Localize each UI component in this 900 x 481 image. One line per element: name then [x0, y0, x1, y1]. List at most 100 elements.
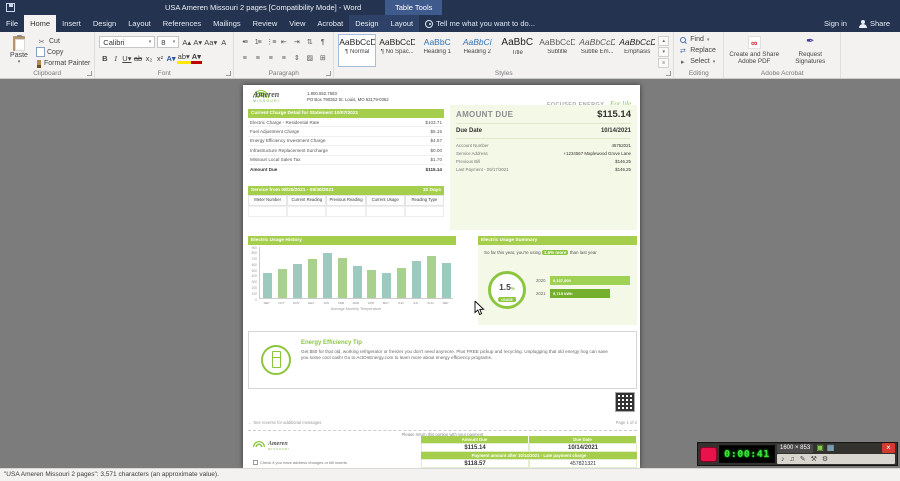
context-tab-layout[interactable]: Layout [384, 15, 420, 32]
x-tick-label: FEB [338, 301, 344, 305]
record-button[interactable] [700, 446, 717, 462]
clipboard-group: Paste ▾ CutCopyFormat Painter Clipboard [0, 32, 96, 78]
styles-scroll-up[interactable]: ▴ [658, 36, 670, 46]
tell-me-box[interactable]: Tell me what you want to do... [425, 15, 535, 32]
show-marks-button[interactable] [316, 36, 329, 48]
shrink-font-button[interactable]: A▾ [192, 36, 203, 48]
request-signatures-button[interactable]: Request Signatures [784, 34, 836, 65]
energy-tip-box: Energy Efficiency Tip Get $50 for that o… [248, 331, 637, 389]
tab-view[interactable]: View [283, 15, 311, 32]
pencil-icon[interactable] [800, 456, 806, 463]
change-case-button[interactable]: Aa▾ [203, 36, 218, 48]
save-icon[interactable] [6, 3, 15, 12]
align-center-button[interactable] [251, 52, 264, 64]
paragraph-group: Paragraph [234, 32, 335, 78]
align-left-button[interactable] [238, 52, 251, 64]
format-painter-button[interactable]: Format Painter [37, 58, 90, 69]
tab-layout[interactable]: Layout [122, 15, 157, 32]
share-button[interactable]: Share [858, 19, 890, 28]
text-highlight-button[interactable]: ab▾ [176, 52, 191, 64]
subscript-button[interactable]: x₂ [143, 52, 154, 64]
italic-button[interactable]: I [110, 52, 121, 64]
style-subtitle[interactable]: AaBbCcD Subtitle [538, 34, 576, 67]
superscript-button[interactable]: x² [154, 52, 165, 64]
tab-mailings[interactable]: Mailings [207, 15, 247, 32]
style--normal[interactable]: AaBbCcDc¶ Normal [338, 34, 377, 67]
style-heading-1[interactable]: AaBbC Heading 1 [418, 34, 456, 67]
shading-button[interactable] [303, 52, 316, 64]
borders-button[interactable] [316, 52, 329, 64]
x-tick-label: MAY [382, 301, 389, 305]
tab-design[interactable]: Design [87, 15, 122, 32]
sort-button[interactable] [303, 36, 316, 48]
paragraph-dialog-launcher[interactable] [326, 71, 332, 76]
service-column-header: Previous Reading [326, 195, 366, 206]
grow-font-button[interactable]: A▴ [181, 36, 192, 48]
x-tick-label: NOV [293, 301, 300, 305]
tools-icon[interactable] [811, 456, 817, 463]
paste-button[interactable]: Paste ▾ [4, 34, 34, 69]
grid-icon[interactable] [827, 444, 835, 452]
tab-review[interactable]: Review [247, 15, 284, 32]
find-button[interactable]: Find ▾ [678, 34, 719, 45]
styles-dialog-launcher[interactable] [666, 71, 672, 76]
summary-rows: Account Number 45752021 Service Address +12… [456, 141, 631, 173]
screen-icon[interactable] [816, 444, 824, 452]
document-page[interactable]: Ameren MISSOURI 1.800.552.7583 PO Box 79… [243, 85, 640, 468]
mic-icon[interactable] [790, 456, 795, 463]
x-tick-label: JAN [323, 301, 329, 305]
sign-in-button[interactable]: Sign in [824, 19, 847, 28]
tab-insert[interactable]: Insert [56, 15, 87, 32]
align-right-button[interactable] [264, 52, 277, 64]
copy-button[interactable]: Copy [35, 47, 90, 58]
numbering-button[interactable] [251, 36, 264, 48]
increase-indent-button[interactable] [290, 36, 303, 48]
underline-button[interactable]: U▾ [121, 52, 132, 64]
line-spacing-button[interactable] [290, 52, 303, 64]
style-heading-2[interactable]: AaBbCi Heading 2 [458, 34, 496, 67]
usage-bar [262, 273, 272, 298]
text-effects-button[interactable]: A▾ [165, 52, 176, 64]
replace-button[interactable]: Replace [678, 45, 719, 56]
page-footer: ← See reverse for additional messages Pag… [248, 420, 637, 425]
audio-icon[interactable] [781, 456, 785, 463]
service-period-header: Service from 08/25/2021 - 09/30/2021 32 D… [248, 186, 444, 195]
summary-row: Previous Bill $146.25 [456, 158, 631, 164]
tab-references[interactable]: References [157, 15, 207, 32]
close-recorder-button[interactable]: × [882, 443, 895, 453]
usage-summary-text: So far this year, you're using 1.5% more… [484, 250, 597, 255]
tab-home[interactable]: Home [24, 15, 57, 32]
signature-pen-icon [804, 36, 817, 49]
styles-gallery-more[interactable]: ≡ [658, 58, 670, 68]
style-emphasis[interactable]: AaBbCcDcEmphasis [618, 34, 656, 67]
cut-button[interactable]: Cut [37, 36, 90, 47]
usage-bar [427, 255, 437, 298]
tab-acrobat[interactable]: Acrobat [311, 15, 349, 32]
font-dialog-launcher[interactable] [226, 71, 232, 76]
bold-button[interactable]: B [99, 52, 110, 64]
create-share-pdf-button[interactable]: Create and Share Adobe PDF [728, 34, 780, 65]
address-change-checkbox[interactable] [253, 460, 258, 465]
screen-recorder: 0:00:41 1600 × 853 × [697, 442, 898, 466]
font-name-select[interactable]: Calibri ▾ [99, 36, 156, 48]
clear-formatting-button[interactable]: A [218, 36, 229, 48]
style--no-spac-[interactable]: AaBbCcDc¶ No Spac... [378, 34, 416, 67]
bullets-button[interactable] [238, 36, 251, 48]
context-tab-design[interactable]: Design [349, 15, 385, 32]
usage-summary-header: Electric Usage Summary [478, 236, 637, 245]
justify-button[interactable] [277, 52, 290, 64]
tab-file[interactable]: File [0, 15, 24, 32]
gear-icon[interactable] [822, 456, 828, 463]
style-subtle-em-[interactable]: AaBbCcDcSubtle Em... [578, 34, 616, 67]
x-tick-label: JUN [397, 301, 404, 305]
style-title[interactable]: AaBbC Title [498, 34, 536, 67]
styles-scroll-down[interactable]: ▾ [658, 47, 670, 57]
multilevel-button[interactable] [264, 36, 277, 48]
select-icon [681, 58, 685, 66]
clipboard-dialog-launcher[interactable] [87, 71, 93, 76]
font-color-button[interactable]: A▾ [190, 52, 202, 64]
select-button[interactable]: Select▾ [678, 56, 719, 67]
font-size-select[interactable]: 8 ▾ [157, 36, 180, 48]
decrease-indent-button[interactable] [277, 36, 290, 48]
strikethrough-button[interactable]: ab [132, 52, 143, 64]
